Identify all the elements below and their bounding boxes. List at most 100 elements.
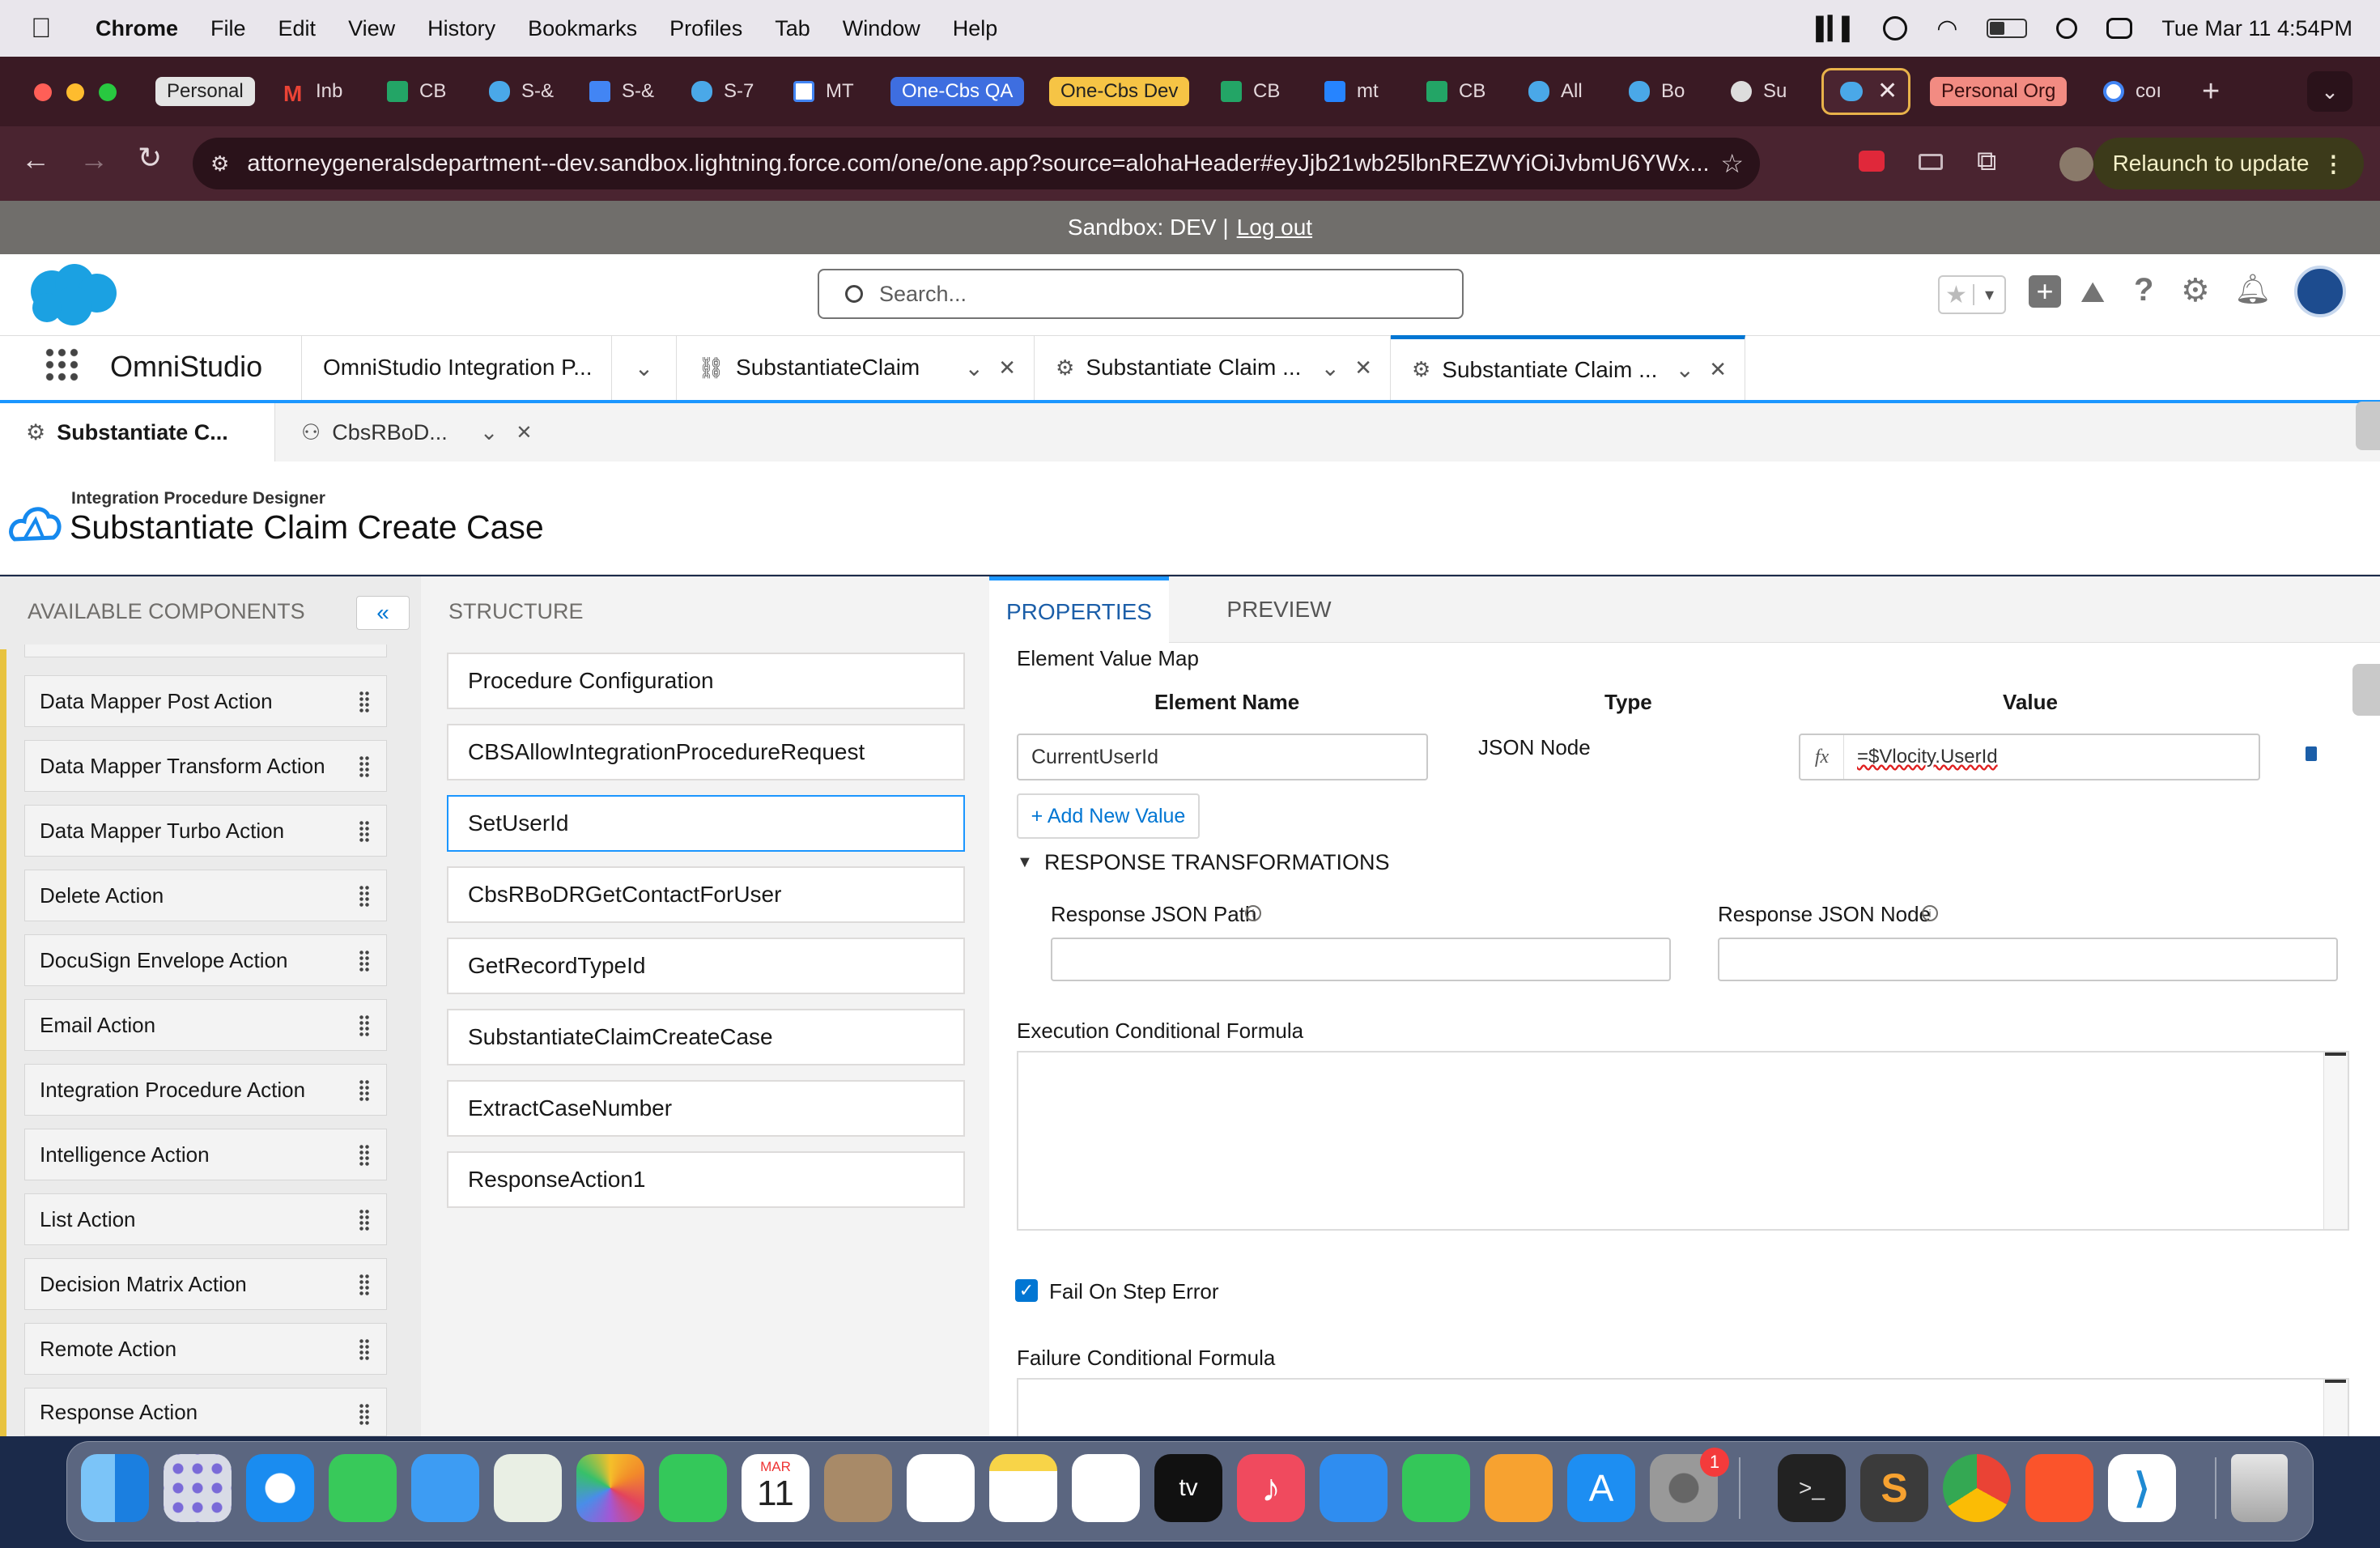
- reload-icon[interactable]: ↻: [138, 141, 162, 175]
- browser-tab[interactable]: CB: [387, 71, 460, 112]
- browser-tab[interactable]: coı: [2103, 71, 2176, 112]
- notifications-bell-icon[interactable]: 🔔︎: [2234, 272, 2272, 306]
- menu-window[interactable]: Window: [843, 16, 920, 41]
- window-minimize-button[interactable]: [66, 83, 84, 101]
- wifi-icon[interactable]: ◠: [1936, 15, 1957, 43]
- calendar-icon[interactable]: MAR 11: [742, 1454, 810, 1522]
- cast-icon[interactable]: [1919, 154, 1943, 170]
- setup-gear-icon[interactable]: ⚙: [2181, 272, 2210, 309]
- tab-group-personal-org[interactable]: Personal Org: [1930, 71, 2068, 112]
- numbers-icon[interactable]: [1402, 1454, 1470, 1522]
- component-item[interactable]: Email Action: [24, 999, 387, 1051]
- structure-step-selected[interactable]: SetUserId: [447, 795, 965, 852]
- vscode-icon[interactable]: ⟩: [2108, 1454, 2176, 1522]
- help-icon[interactable]: ?: [2134, 272, 2153, 308]
- logout-link[interactable]: Log out: [1237, 215, 1312, 240]
- relaunch-to-update-button[interactable]: Relaunch to update ⋮: [2093, 138, 2364, 189]
- nav-tab-substantiateclaim[interactable]: ⛓ SubstantiateClaim ⌄ ✕: [677, 335, 1035, 400]
- user-circle-icon[interactable]: [1883, 16, 1908, 40]
- app-store-icon[interactable]: A: [1567, 1454, 1635, 1522]
- nav-tab-substantiate-claim-2-active[interactable]: ⚙ Substantiate Claim ... ⌄ ✕: [1391, 335, 1745, 400]
- chevron-down-icon[interactable]: ⌄: [480, 420, 499, 445]
- menu-tab[interactable]: Tab: [775, 16, 810, 41]
- drag-handle-icon[interactable]: [359, 820, 370, 843]
- bookmark-star-icon[interactable]: ☆: [1720, 148, 1744, 179]
- chevron-down-icon[interactable]: ⌄: [965, 355, 984, 381]
- component-item[interactable]: List Action: [24, 1193, 387, 1245]
- response-transformations-heading[interactable]: RESPONSE TRANSFORMATIONS: [1044, 850, 1390, 875]
- component-item[interactable]: Data Mapper Turbo Action: [24, 805, 387, 857]
- back-icon[interactable]: ←: [21, 142, 50, 176]
- nav-tab-omnistudio-integration[interactable]: OmniStudio Integration P...: [301, 335, 612, 400]
- contacts-icon[interactable]: [824, 1454, 892, 1522]
- response-json-node-input[interactable]: [1718, 938, 2338, 981]
- user-avatar[interactable]: [2294, 266, 2346, 317]
- drag-handle-icon[interactable]: [359, 1403, 370, 1426]
- terminal-icon[interactable]: >_: [1778, 1454, 1846, 1522]
- trailhead-icon[interactable]: ⛰: [2080, 275, 2105, 310]
- drag-handle-icon[interactable]: [359, 1014, 370, 1037]
- photos-icon[interactable]: [576, 1454, 644, 1522]
- browser-tab-active[interactable]: ✕: [1821, 68, 1910, 115]
- editor-scrollbar[interactable]: [2323, 1380, 2348, 1436]
- fail-on-step-error-checkbox[interactable]: ✓: [1015, 1279, 1038, 1302]
- safari-icon[interactable]: [246, 1454, 314, 1522]
- window-close-button[interactable]: [34, 83, 52, 101]
- browser-tab[interactable]: CB: [1426, 71, 1499, 112]
- drag-handle-icon[interactable]: [359, 755, 370, 778]
- browser-tab[interactable]: All: [1528, 71, 1601, 112]
- info-icon[interactable]: i: [1245, 905, 1261, 921]
- close-icon[interactable]: ✕: [516, 421, 532, 444]
- structure-step[interactable]: ResponseAction1: [447, 1151, 965, 1208]
- drag-handle-icon[interactable]: [359, 1274, 370, 1296]
- url-text[interactable]: attorneygeneralsdepartment--dev.sandbox.…: [247, 151, 1709, 177]
- tab-group-one-cbs-qa[interactable]: One-Cbs QA: [890, 71, 1025, 112]
- menubar-clock[interactable]: Tue Mar 11 4:54PM: [2161, 16, 2352, 41]
- global-search[interactable]: Search...: [818, 269, 1464, 319]
- tab-group-one-cbs-dev[interactable]: One-Cbs Dev: [1049, 71, 1190, 112]
- music-icon[interactable]: ♪: [1237, 1454, 1305, 1522]
- browser-tab[interactable]: M Inb: [283, 71, 356, 112]
- sublime-text-icon[interactable]: S: [1860, 1454, 1928, 1522]
- new-tab-icon[interactable]: +: [2202, 74, 2220, 109]
- favorites-button[interactable]: ★ ▾: [1938, 275, 2006, 314]
- component-item[interactable]: Data Mapper Transform Action: [24, 740, 387, 792]
- site-info-icon[interactable]: ⚙: [210, 151, 229, 176]
- menu-edit[interactable]: Edit: [278, 16, 317, 41]
- browser-tab[interactable]: MT: [793, 71, 866, 112]
- profile-avatar[interactable]: [2059, 147, 2093, 181]
- apple-icon[interactable]: : [31, 13, 63, 45]
- chevron-down-icon[interactable]: ⌄: [1321, 355, 1340, 381]
- subtab-cbsrbod[interactable]: ⚇ CbsRBoD... ⌄ ✕: [301, 403, 544, 461]
- brave-icon[interactable]: [2025, 1454, 2093, 1522]
- drag-handle-icon[interactable]: [359, 1144, 370, 1167]
- app-launcher-icon[interactable]: [44, 347, 79, 382]
- chevron-down-icon[interactable]: ⌄: [1676, 356, 1694, 383]
- control-center-icon[interactable]: [2106, 18, 2133, 39]
- tab-preview[interactable]: PREVIEW: [1198, 576, 1360, 643]
- spotlight-search-icon[interactable]: [2056, 18, 2078, 39]
- right-panel-handle[interactable]: [2352, 664, 2380, 716]
- menu-bookmarks[interactable]: Bookmarks: [528, 16, 637, 41]
- audio-bars-icon[interactable]: ▌▎▌: [1816, 16, 1857, 41]
- failure-formula-editor[interactable]: [1017, 1378, 2349, 1436]
- value-formula-input[interactable]: fx =$Vlocity.UserId: [1799, 734, 2260, 780]
- component-item[interactable]: Delete Action: [24, 870, 387, 921]
- keynote-icon[interactable]: [1320, 1454, 1388, 1522]
- extension-youtube-icon[interactable]: [1859, 151, 1885, 172]
- info-icon[interactable]: i: [1922, 905, 1938, 921]
- editor-scrollbar[interactable]: [2323, 1053, 2348, 1229]
- menu-profiles[interactable]: Profiles: [669, 16, 742, 41]
- browser-tab[interactable]: S-&: [589, 71, 662, 112]
- component-item[interactable]: Intelligence Action: [24, 1129, 387, 1180]
- collapse-triangle-icon[interactable]: ▼: [1017, 853, 1033, 872]
- apple-tv-icon[interactable]: tv: [1154, 1454, 1222, 1522]
- drag-handle-icon[interactable]: [359, 1079, 370, 1102]
- browser-tab[interactable]: S-&: [489, 71, 562, 112]
- component-item[interactable]: Data Mapper Post Action: [24, 675, 387, 727]
- nav-tab-substantiate-claim-1[interactable]: ⚙ Substantiate Claim ... ⌄ ✕: [1035, 335, 1391, 400]
- component-item[interactable]: Integration Procedure Action: [24, 1064, 387, 1116]
- component-item[interactable]: DocuSign Envelope Action: [24, 934, 387, 986]
- menu-app-name[interactable]: Chrome: [96, 16, 178, 41]
- browser-tab[interactable]: mt: [1324, 71, 1397, 112]
